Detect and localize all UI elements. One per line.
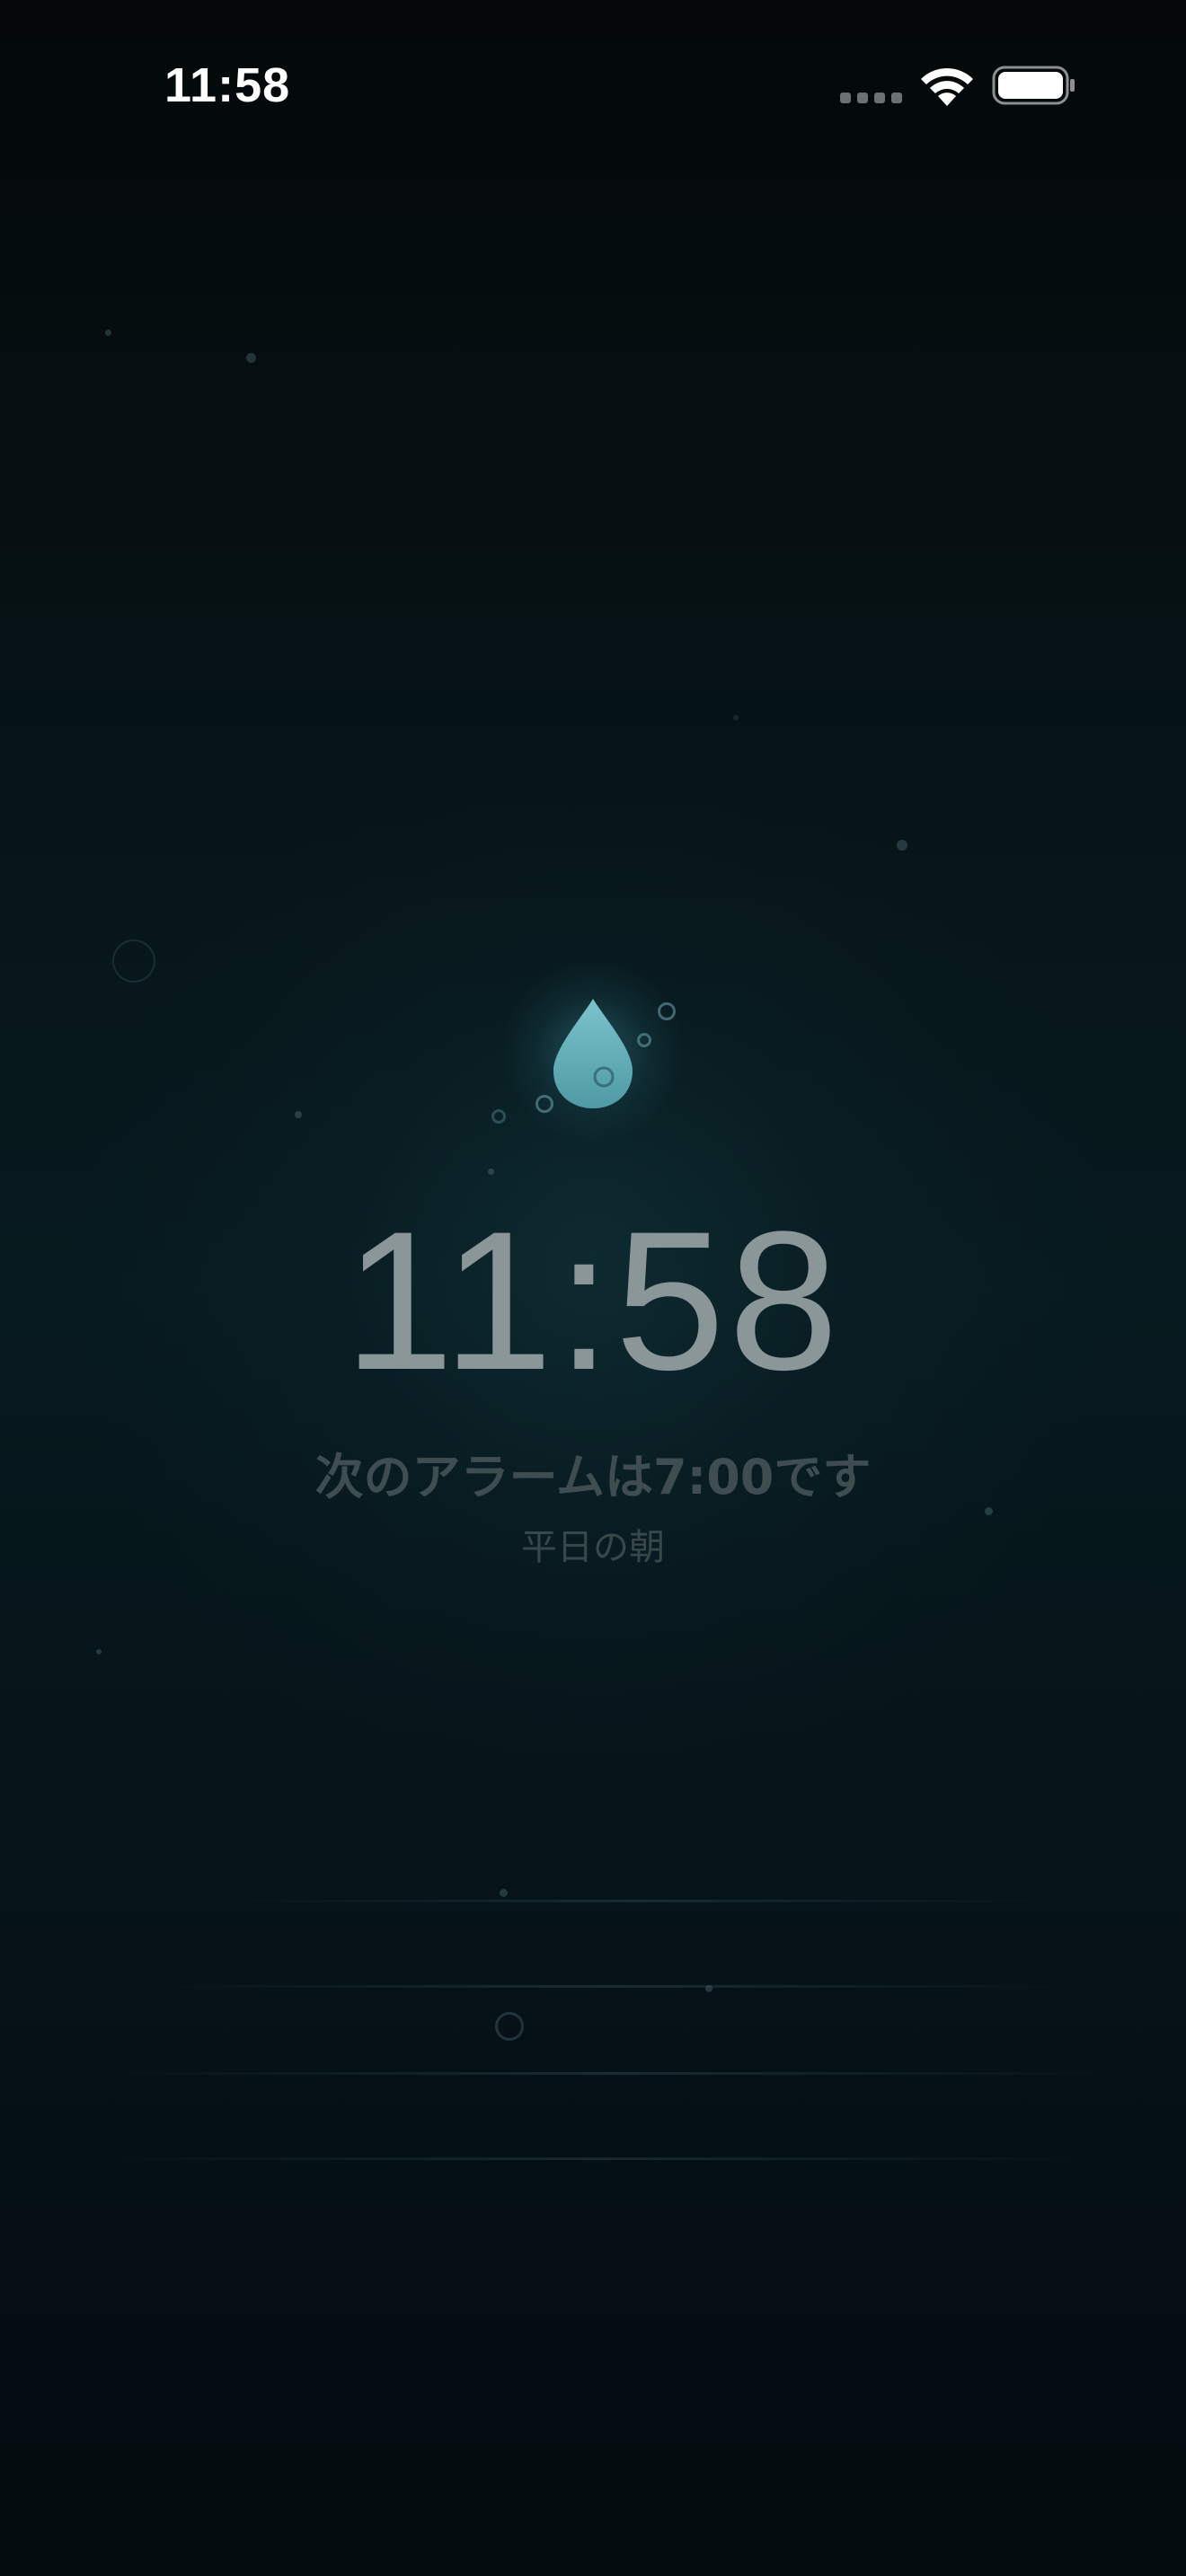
status-bar-time: 11:58	[164, 58, 291, 112]
lock-screen: 11:58 11:58 次のアラームは7:00です 平日の朝	[0, 0, 1186, 2576]
clock-time: 11:58	[343, 1190, 843, 1411]
particle-ring	[495, 2012, 524, 2041]
bubble	[637, 1033, 651, 1047]
ripple-line	[144, 1985, 1078, 1988]
alarm-label: 平日の朝	[521, 1527, 665, 1568]
particle-ring	[112, 940, 155, 983]
battery-icon	[992, 66, 1075, 105]
ripple-line	[207, 1900, 1069, 1902]
particle-dot	[295, 1111, 302, 1118]
particle-dot	[105, 330, 111, 336]
bubble	[535, 1095, 553, 1113]
particle-dot	[733, 715, 739, 720]
cellular-signal-icon	[840, 93, 903, 105]
ripple-line	[99, 2072, 1123, 2075]
particle-dot	[985, 1507, 993, 1515]
bubble	[658, 1002, 676, 1020]
particle-dot	[488, 1169, 494, 1175]
wifi-icon	[921, 67, 973, 106]
next-alarm-text: 次のアラームは7:00です	[314, 1449, 872, 1505]
bubble	[491, 1109, 506, 1124]
particle-dot	[96, 1649, 102, 1654]
water-drop-icon	[553, 999, 633, 1108]
particle-dot	[897, 840, 907, 851]
ripple-line	[117, 2157, 1078, 2160]
particle-dot	[246, 353, 256, 363]
particle-dot	[500, 1889, 508, 1897]
